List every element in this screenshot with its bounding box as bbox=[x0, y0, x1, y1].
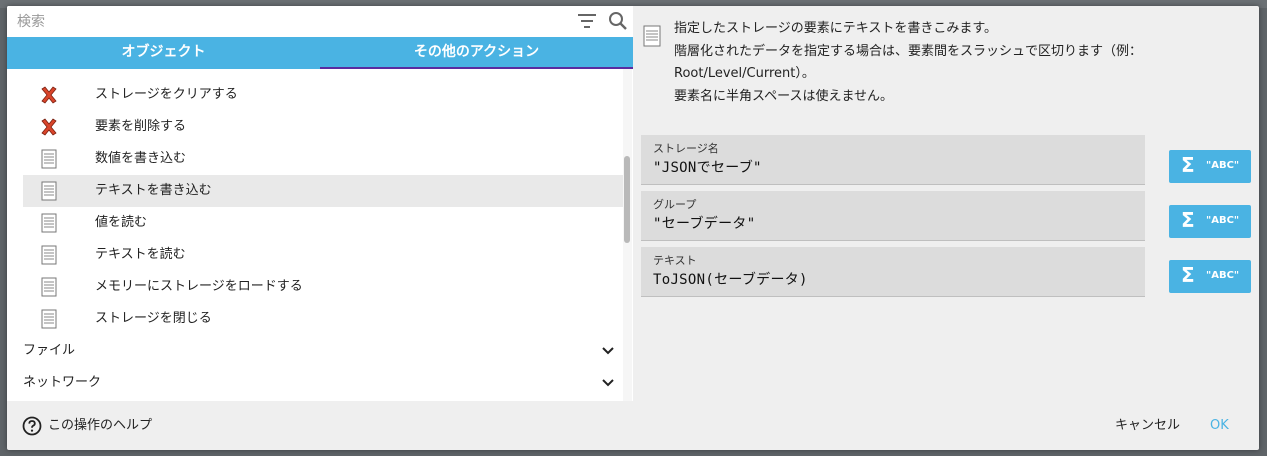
document-icon bbox=[41, 309, 57, 329]
action-item-write-number[interactable]: 数値を書き込む bbox=[23, 143, 623, 175]
expression-button-label: "ABC" bbox=[1206, 160, 1240, 171]
filter-icon[interactable] bbox=[578, 13, 596, 29]
search-icon[interactable] bbox=[608, 11, 628, 31]
sigma-icon: Σ bbox=[1181, 263, 1195, 287]
action-list-pane: オブジェクト その他のアクション ストレージをクリアする 要素を削除する bbox=[7, 6, 633, 401]
action-item-label: ストレージをクリアする bbox=[95, 87, 238, 102]
field-value: "JSONでセーブ" bbox=[653, 160, 762, 176]
ok-button[interactable]: OK bbox=[1210, 416, 1229, 436]
description-line: 階層化されたデータを指定する場合は、要素間をスラッシュで区切ります（例： bbox=[674, 43, 1143, 59]
action-picker-dialog: オブジェクト その他のアクション ストレージをクリアする 要素を削除する bbox=[7, 6, 1259, 450]
action-item-label: テキストを読む bbox=[95, 247, 186, 262]
text-field[interactable]: テキスト ToJSON(セーブデータ) bbox=[641, 247, 1145, 297]
action-description: 指定したストレージの要素にテキストを書きこみます。 階層化されたデータを指定する… bbox=[674, 18, 1249, 108]
description-line: Root/Level/Current）。 bbox=[674, 66, 815, 81]
red-x-icon bbox=[41, 118, 57, 136]
tab-objects[interactable]: オブジェクト bbox=[7, 37, 320, 69]
field-value: ToJSON(セーブデータ) bbox=[653, 272, 808, 288]
help-link[interactable]: この操作のヘルプ bbox=[48, 416, 152, 436]
action-list: ストレージをクリアする 要素を削除する 数値を書き込む テキストを書き込む 値を… bbox=[7, 69, 623, 401]
description-line: 指定したストレージの要素にテキストを書きこみます。 bbox=[674, 21, 998, 36]
action-item-read-text[interactable]: テキストを読む bbox=[23, 239, 623, 271]
category-file[interactable]: ファイル bbox=[23, 335, 623, 367]
cancel-button[interactable]: キャンセル bbox=[1115, 416, 1180, 436]
document-icon bbox=[41, 277, 57, 297]
storage-name-field[interactable]: ストレージ名 "JSONでセーブ" bbox=[641, 135, 1145, 185]
category-label: ネットワーク bbox=[23, 375, 102, 390]
action-item-label: テキストを書き込む bbox=[95, 183, 212, 198]
category-network[interactable]: ネットワーク bbox=[23, 367, 623, 399]
expression-button-text[interactable]: Σ "ABC" bbox=[1169, 260, 1251, 293]
action-item-load-storage[interactable]: メモリーにストレージをロードする bbox=[23, 271, 623, 303]
action-item-label: 数値を書き込む bbox=[95, 151, 187, 166]
description-line: 要素名に半角スペースは使えません。 bbox=[674, 88, 894, 104]
field-value: "セーブデータ" bbox=[653, 216, 756, 232]
sigma-icon: Σ bbox=[1181, 208, 1195, 232]
action-item-label: ストレージを閉じる bbox=[95, 311, 212, 326]
expression-button-group[interactable]: Σ "ABC" bbox=[1169, 205, 1251, 238]
action-item-label: 値を読む bbox=[95, 215, 148, 230]
expression-button-storage-name[interactable]: Σ "ABC" bbox=[1169, 150, 1251, 183]
field-label: テキスト bbox=[653, 254, 697, 267]
document-icon bbox=[41, 149, 57, 169]
document-icon bbox=[41, 245, 57, 265]
tab-other-actions[interactable]: その他のアクション bbox=[320, 37, 633, 69]
field-label: グループ bbox=[653, 198, 697, 211]
document-icon bbox=[41, 181, 57, 201]
action-item-label: メモリーにストレージをロードする bbox=[95, 279, 303, 294]
action-item-close-storage[interactable]: ストレージを閉じる bbox=[23, 303, 623, 335]
expression-button-label: "ABC" bbox=[1206, 215, 1240, 226]
search-bar bbox=[7, 6, 633, 38]
scrollbar-thumb[interactable] bbox=[624, 156, 630, 243]
action-item-clear-storage[interactable]: ストレージをクリアする bbox=[23, 79, 623, 111]
field-label: ストレージ名 bbox=[653, 142, 719, 155]
category-label: ファイル bbox=[23, 343, 76, 358]
tab-bar: オブジェクト その他のアクション bbox=[7, 37, 633, 69]
document-icon bbox=[41, 213, 57, 233]
action-item-read-value[interactable]: 値を読む bbox=[23, 207, 623, 239]
search-input[interactable] bbox=[15, 10, 559, 34]
document-icon bbox=[643, 25, 661, 47]
red-x-icon bbox=[41, 86, 57, 104]
expression-button-label: "ABC" bbox=[1206, 270, 1240, 281]
sigma-icon: Σ bbox=[1181, 153, 1195, 177]
group-field[interactable]: グループ "セーブデータ" bbox=[641, 191, 1145, 241]
chevron-down-icon bbox=[602, 379, 614, 387]
action-item-label: 要素を削除する bbox=[95, 119, 187, 134]
help-icon[interactable] bbox=[22, 416, 42, 436]
action-item-delete-element[interactable]: 要素を削除する bbox=[23, 111, 623, 143]
action-item-write-text[interactable]: テキストを書き込む bbox=[23, 175, 623, 207]
chevron-down-icon bbox=[602, 347, 614, 355]
